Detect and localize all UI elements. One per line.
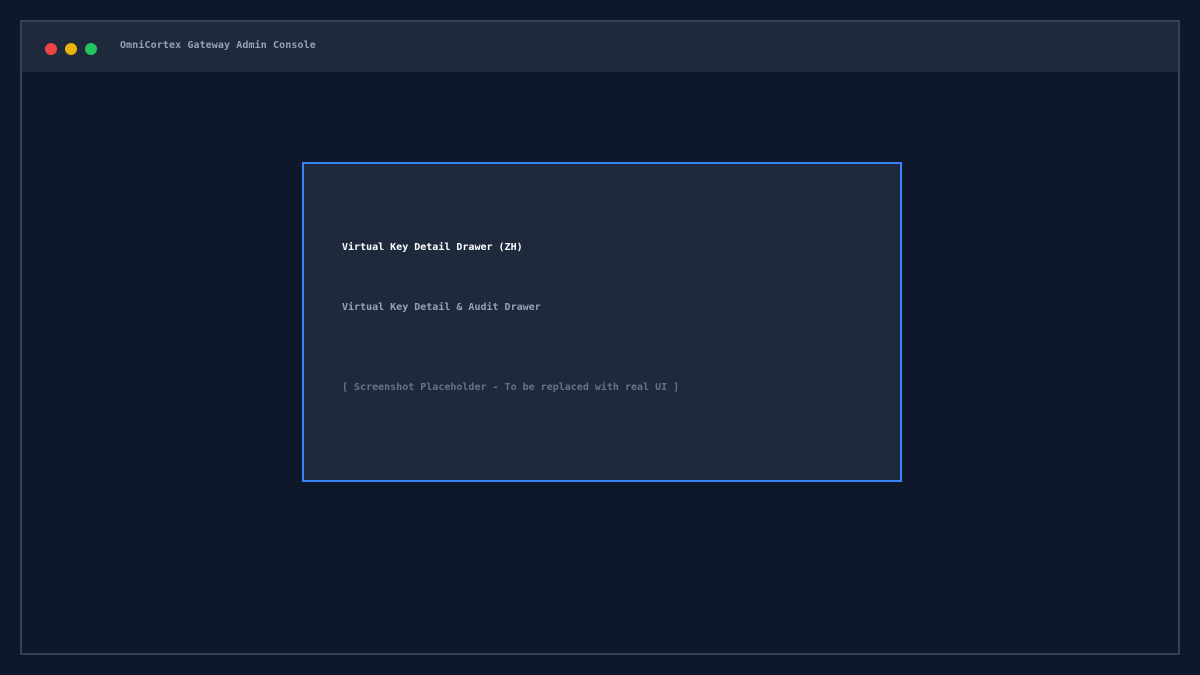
app-title: OmniCortex Gateway Admin Console [120, 40, 316, 51]
panel-title: Virtual Key Detail Drawer (ZH) [342, 242, 523, 253]
maximize-window-button[interactable] [85, 43, 97, 55]
minimize-window-button[interactable] [65, 43, 77, 55]
placeholder-panel: Virtual Key Detail Drawer (ZH) Virtual K… [302, 162, 902, 482]
app-window: OmniCortex Gateway Admin Console Virtual… [20, 20, 1180, 655]
panel-subtitle: Virtual Key Detail & Audit Drawer [342, 302, 541, 313]
title-bar: OmniCortex Gateway Admin Console [22, 22, 1178, 72]
screenshot-placeholder-text: [ Screenshot Placeholder - To be replace… [342, 382, 680, 393]
close-window-button[interactable] [45, 43, 57, 55]
